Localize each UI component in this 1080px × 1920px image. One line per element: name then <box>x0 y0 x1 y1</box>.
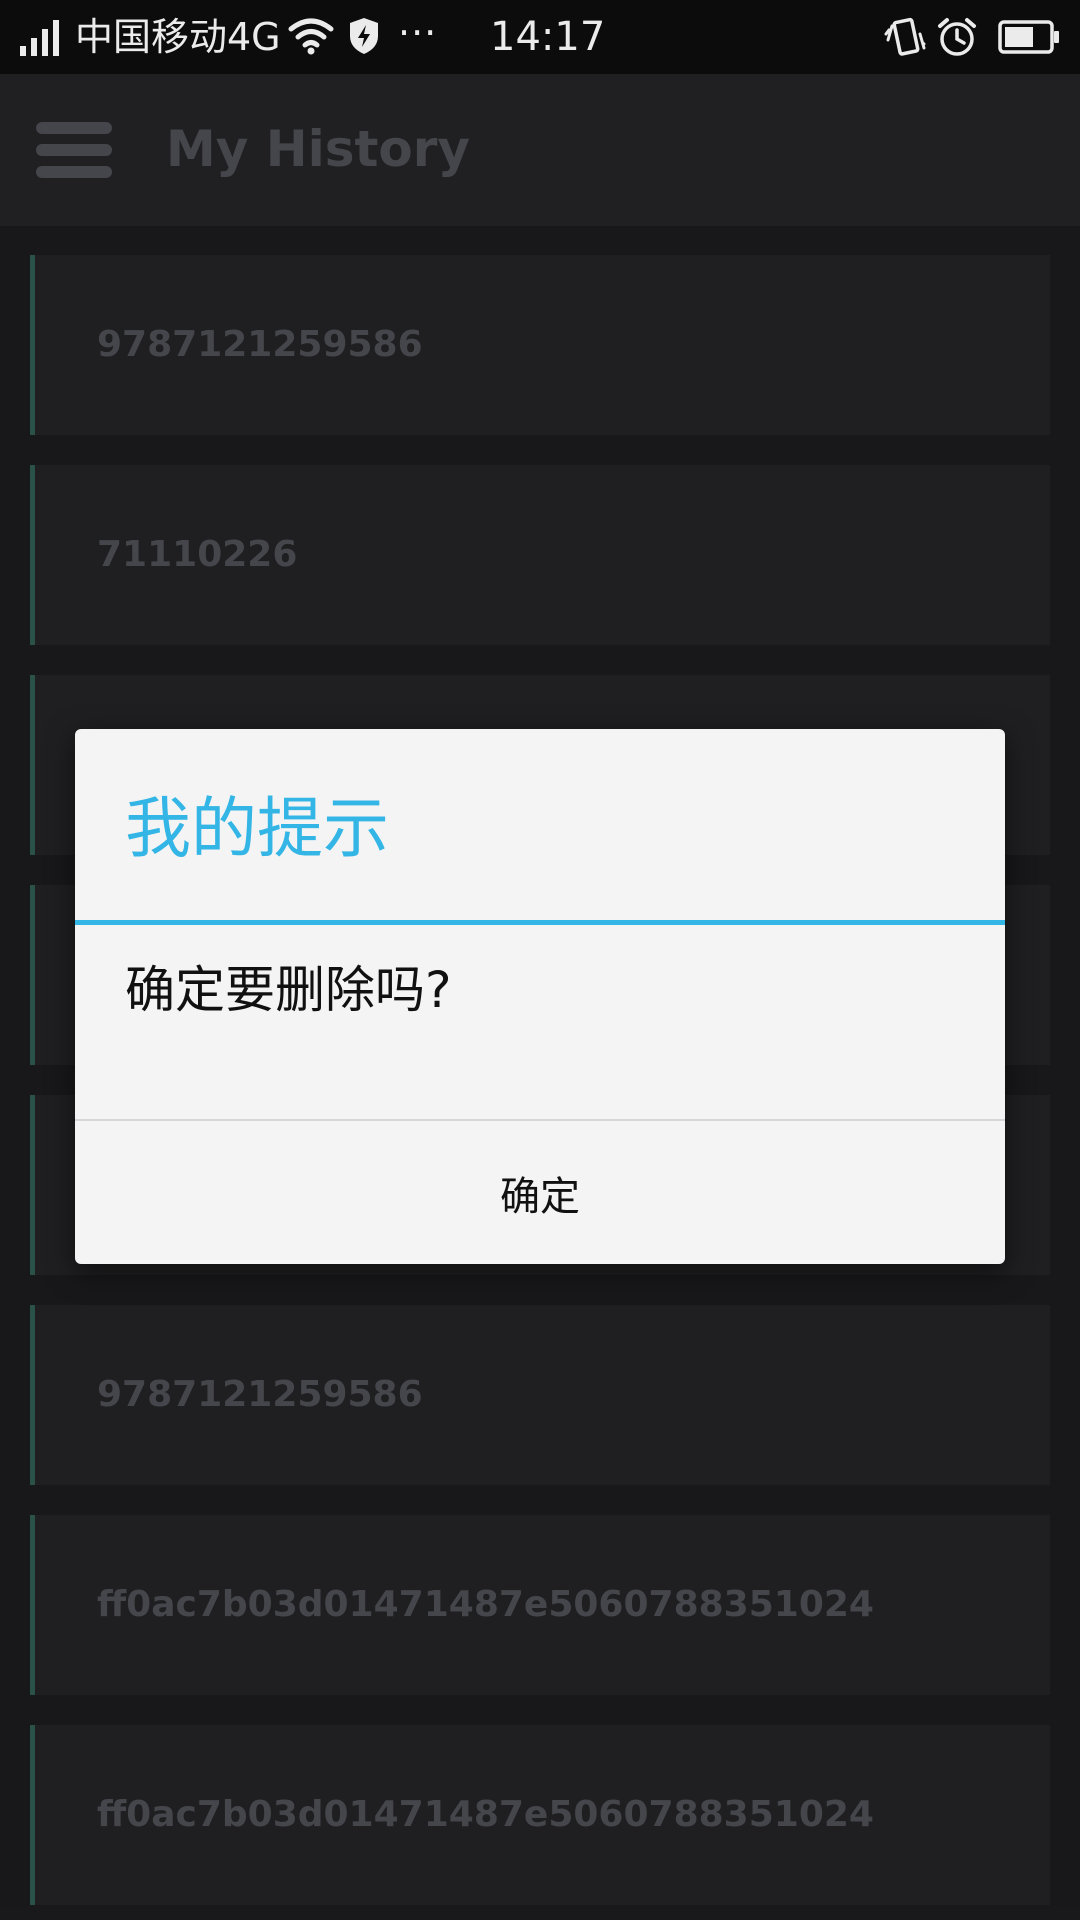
confirm-button[interactable]: 确定 <box>75 1121 1005 1264</box>
dialog-message: 确定要删除吗? <box>125 961 452 1019</box>
dialog-title: 我的提示 <box>125 790 389 867</box>
confirm-delete-dialog: 我的提示 确定要删除吗? 确定 <box>75 729 1005 1264</box>
screen: 中国移动4G ··· 14:17 My History 978712125958… <box>0 0 1080 1920</box>
dialog-title-divider <box>75 920 1005 925</box>
